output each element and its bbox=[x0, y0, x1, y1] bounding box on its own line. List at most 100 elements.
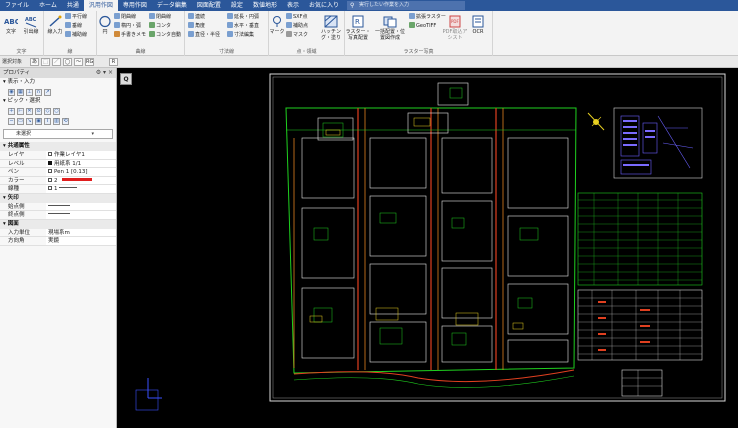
tab-view[interactable]: 表示 bbox=[282, 0, 304, 11]
pick-nearest-icon[interactable]: ◇ bbox=[44, 107, 51, 115]
north-arrow-icon bbox=[587, 112, 605, 131]
contour-button[interactable]: コンタ bbox=[149, 22, 171, 30]
pick-center-icon[interactable]: ⊙ bbox=[35, 107, 42, 115]
tab-file[interactable]: ファイル bbox=[0, 0, 34, 11]
pick-arrow-icon[interactable]: ↘ bbox=[26, 117, 33, 125]
perpendicular-button[interactable]: 垂線 bbox=[65, 22, 82, 30]
drawing-canvas[interactable]: Q bbox=[118, 68, 738, 428]
diameter-radius-button[interactable]: 直径・半径 bbox=[188, 31, 220, 39]
parcels bbox=[301, 82, 569, 363]
move-icon[interactable]: ↗ bbox=[44, 88, 51, 96]
selection-dropdown[interactable]: 未選択 ▾ bbox=[3, 129, 113, 139]
freehand-button[interactable]: 手書きメモ bbox=[114, 31, 146, 39]
text-button[interactable]: ABC 文字 bbox=[2, 15, 20, 35]
tab-home[interactable]: ホーム bbox=[34, 0, 62, 11]
tab-favorites[interactable]: お気に入り bbox=[304, 0, 344, 11]
prop-row-direction[interactable]: 方向角 実鏡 bbox=[0, 237, 116, 246]
expand-raster-button[interactable]: 拡張ラスター bbox=[409, 13, 446, 21]
hatching-icon bbox=[324, 15, 338, 28]
dimension-edit-icon bbox=[227, 31, 233, 37]
pick-fence-icon[interactable]: ⌇ bbox=[44, 117, 51, 125]
auxiliary-line-button[interactable]: 補助線 bbox=[65, 31, 87, 39]
batch-place-button[interactable]: 一括配置・位置図作成 bbox=[373, 15, 407, 41]
prop-row-color[interactable]: カラー 2 bbox=[0, 176, 116, 185]
contour-auto-button[interactable]: コンタ自動 bbox=[149, 31, 181, 39]
parallel-line-button[interactable]: 平行線 bbox=[65, 13, 87, 21]
pick-window-icon[interactable]: ▣ bbox=[35, 117, 42, 125]
select-rg-button[interactable]: RG bbox=[85, 58, 94, 66]
geotiff-icon bbox=[409, 22, 415, 28]
geotiff-button[interactable]: GeoTIFF bbox=[409, 22, 436, 30]
pdf-assist-button[interactable]: PDF PDF取込アシスト bbox=[442, 15, 468, 41]
pen-swatch bbox=[48, 169, 52, 173]
mark-button[interactable]: マーク bbox=[269, 15, 285, 35]
command-search-input[interactable]: ⚲ 実行したい作業を入力 bbox=[346, 1, 465, 10]
circle-button[interactable]: 円 bbox=[97, 15, 113, 35]
closed-curve-button[interactable]: 閉曲線 bbox=[114, 13, 136, 21]
area-table bbox=[577, 192, 703, 286]
tab-general-drawing[interactable]: 汎用作図 bbox=[83, 0, 118, 11]
properties-panel: プロパティ ⚙ ▾ × ▾ 表示・入力 ◉ ▦ ⊥ ∩ ↗ ▾ ピック・選択 ＋… bbox=[0, 68, 117, 428]
tab-data-edit[interactable]: データ編集 bbox=[152, 0, 192, 11]
dimension-edit-button[interactable]: 寸法編集 bbox=[227, 31, 254, 39]
select-circle-button[interactable]: ◯ bbox=[63, 58, 72, 66]
tab-settings[interactable]: 設定 bbox=[226, 0, 248, 11]
select-rect-button[interactable]: ⬚ bbox=[41, 58, 50, 66]
prop-row-end[interactable]: 終点側 bbox=[0, 211, 116, 220]
pick-tangent-icon[interactable]: ○ bbox=[53, 107, 60, 115]
line-input-button[interactable]: 線入力 bbox=[46, 15, 64, 35]
prop-row-pen[interactable]: ペン Pen 1 [0.13] bbox=[0, 168, 116, 177]
category-common[interactable]: ▾ 共通属性 bbox=[0, 142, 116, 151]
category-drawing[interactable]: ▾ 図面 bbox=[0, 219, 116, 229]
magnet-icon[interactable]: ∩ bbox=[35, 88, 42, 96]
ellipse-button[interactable]: 楕円・弧 bbox=[114, 22, 141, 30]
group-title-point-area: 点・領域 bbox=[296, 49, 317, 55]
tab-terrain[interactable]: 数値地形 bbox=[248, 0, 282, 11]
pick-midpoint-icon[interactable]: ⊢ bbox=[17, 107, 24, 115]
pick-endpoint-icon[interactable]: ＋ bbox=[8, 107, 15, 115]
pin-icon[interactable]: ⚙ ▾ × bbox=[96, 68, 113, 78]
section-pick-select[interactable]: ▾ ピック・選択 bbox=[0, 97, 116, 106]
selection-value: 未選択 bbox=[16, 131, 32, 137]
prop-row-unit[interactable]: 入力単位 現場系m bbox=[0, 228, 116, 237]
ocr-button[interactable]: OCR bbox=[467, 15, 489, 35]
tab-special-drawing[interactable]: 専用作図 bbox=[118, 0, 152, 11]
select-line-button[interactable]: ／ bbox=[52, 58, 61, 66]
closed-curve2-button[interactable]: 閉曲線 bbox=[149, 13, 171, 21]
prop-row-layer[interactable]: レイヤ 作業レイヤ1 bbox=[0, 151, 116, 160]
pick-tools-row2: ─ ▭ ↘ ▣ ⌇ ▥ ⟲ bbox=[0, 116, 116, 126]
select-text-button[interactable]: あ bbox=[30, 58, 39, 66]
tab-layout[interactable]: 図面配置 bbox=[192, 0, 226, 11]
pick-clear-icon[interactable]: ⟲ bbox=[62, 117, 69, 125]
aux-point-button[interactable]: 補助点 bbox=[286, 22, 308, 30]
extend-arc-button[interactable]: 延長・円弧 bbox=[227, 13, 259, 21]
pick-area-icon[interactable]: ▭ bbox=[17, 117, 24, 125]
raster-photo-button[interactable]: R ラスター・写真配置 bbox=[345, 15, 371, 41]
ucs-axis-icon bbox=[135, 378, 162, 411]
cad-drawing bbox=[135, 73, 726, 411]
pick-line-icon[interactable]: ─ bbox=[8, 117, 15, 125]
pick-intersection-icon[interactable]: ✕ bbox=[26, 107, 33, 115]
level-swatch bbox=[48, 160, 52, 165]
snap-icon[interactable]: ◉ bbox=[8, 88, 15, 96]
section-display-input[interactable]: ▾ 表示・入力 bbox=[0, 78, 116, 87]
prop-row-level[interactable]: レベル 用紙系 1/1 bbox=[0, 159, 116, 168]
sxf-point-button[interactable]: SXF点 bbox=[286, 13, 307, 21]
select-raster-button[interactable]: R bbox=[109, 58, 118, 66]
leader-button[interactable]: ABC 引出線 bbox=[20, 15, 42, 35]
pick-all-icon[interactable]: ▥ bbox=[53, 117, 60, 125]
angle-dim-button[interactable]: 角度 bbox=[188, 22, 205, 30]
ortho-icon[interactable]: ⊥ bbox=[26, 88, 33, 96]
prop-row-start[interactable]: 始点側 bbox=[0, 202, 116, 211]
horizontal-vertical-button[interactable]: 水平・垂直 bbox=[227, 22, 259, 30]
category-arrow[interactable]: ▾ 矢印 bbox=[0, 193, 116, 203]
grid-icon[interactable]: ▦ bbox=[17, 88, 24, 96]
mask-button[interactable]: マスク bbox=[286, 31, 308, 39]
prop-row-linetype[interactable]: 線種 1 bbox=[0, 185, 116, 194]
pdf-icon: PDF bbox=[449, 15, 461, 28]
select-curve-button[interactable]: ～ bbox=[74, 58, 83, 66]
horizontal-icon bbox=[227, 22, 233, 28]
hatching-button[interactable]: ハッチング・塗り bbox=[319, 15, 343, 41]
tab-common[interactable]: 共通 bbox=[62, 0, 84, 11]
continuous-dim-button[interactable]: 連続 bbox=[188, 13, 205, 21]
